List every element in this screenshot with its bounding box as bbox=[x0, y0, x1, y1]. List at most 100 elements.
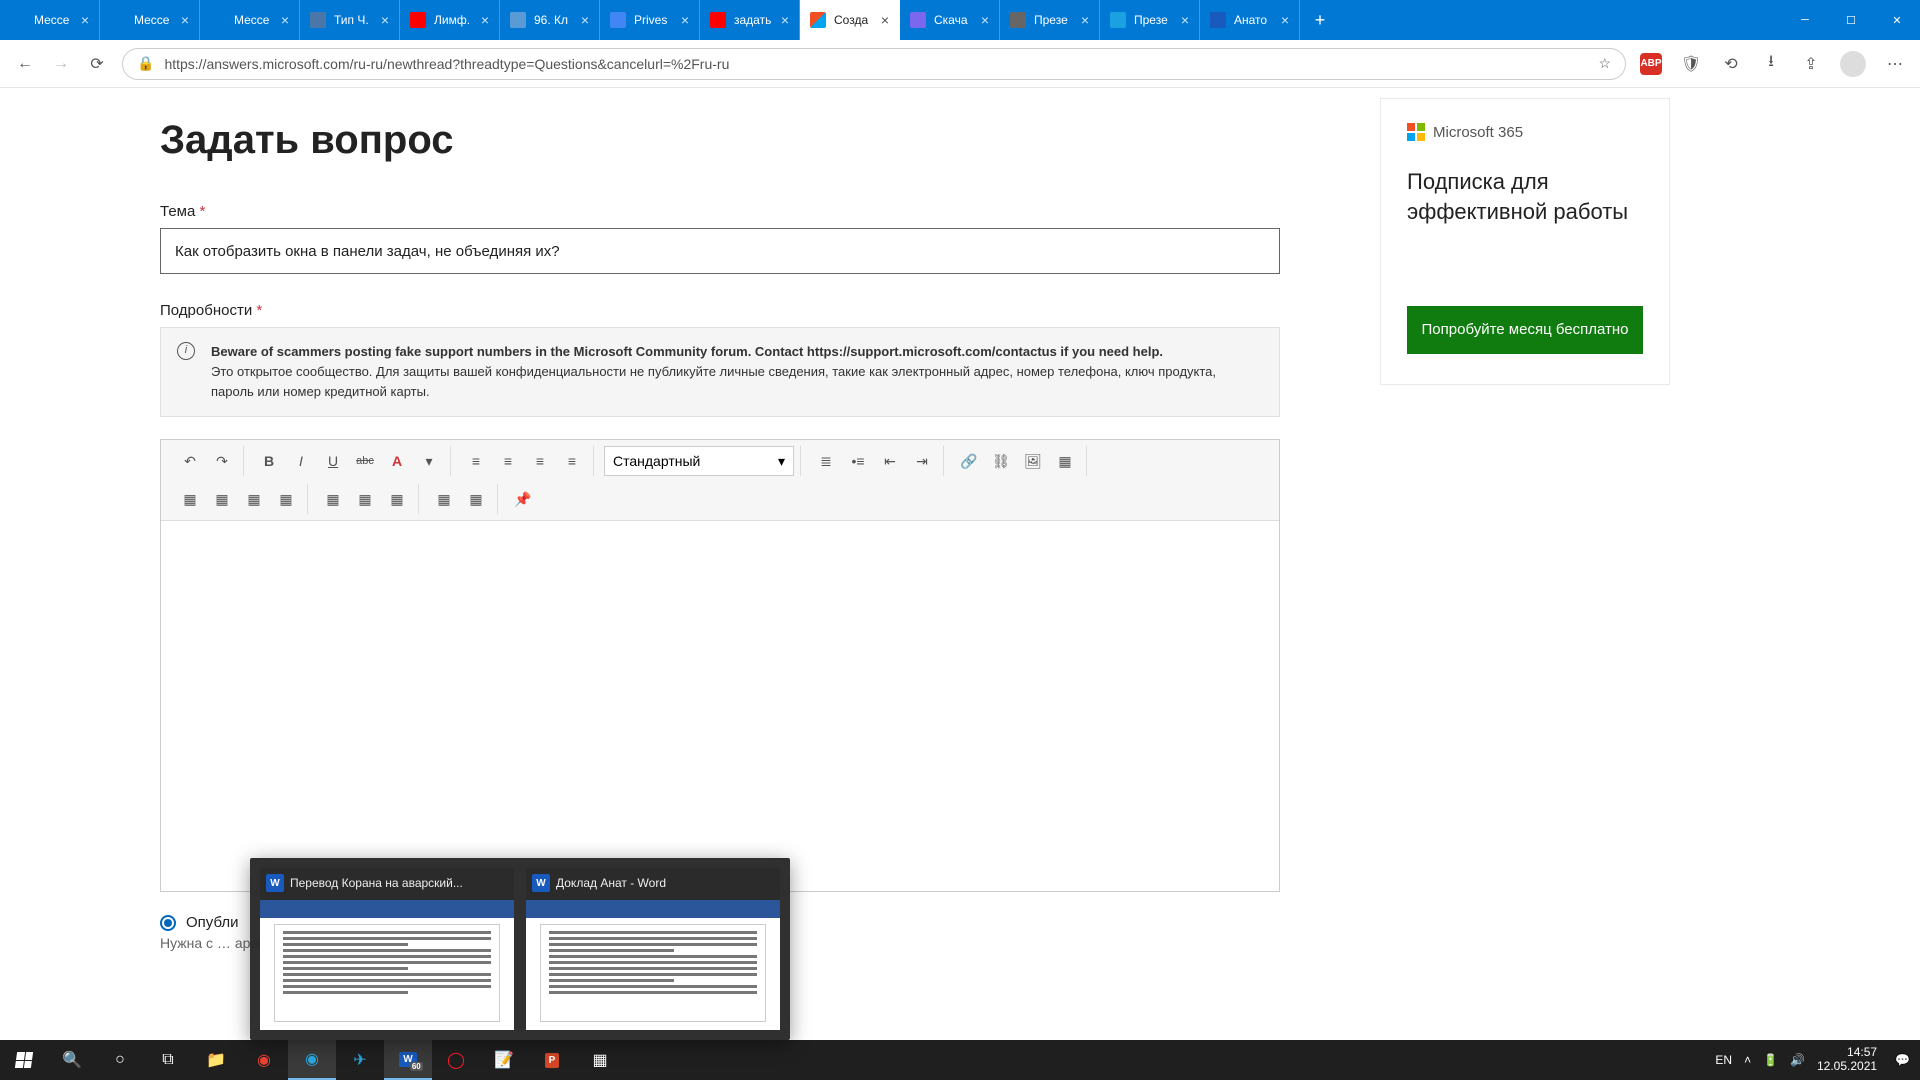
app-button[interactable]: ▦ bbox=[576, 1040, 624, 1080]
table-button[interactable]: ▦ bbox=[1050, 446, 1080, 476]
profile-avatar[interactable] bbox=[1840, 51, 1866, 77]
close-icon[interactable]: × bbox=[1181, 13, 1189, 27]
menu-icon[interactable]: ⋯ bbox=[1884, 53, 1906, 75]
language-indicator[interactable]: EN bbox=[1715, 1053, 1732, 1067]
strike-button[interactable]: abc bbox=[350, 446, 380, 476]
search-button[interactable]: 🔍 bbox=[48, 1040, 96, 1080]
close-icon[interactable]: × bbox=[481, 13, 489, 27]
edge-button[interactable]: ◉ bbox=[288, 1040, 336, 1080]
window-preview-0[interactable]: WПеревод Корана на аварский... bbox=[260, 868, 514, 1030]
italic-button[interactable]: I bbox=[286, 446, 316, 476]
close-icon[interactable]: × bbox=[681, 13, 689, 27]
editor-body[interactable] bbox=[161, 521, 1279, 891]
insert-row-button[interactable]: ▦ bbox=[175, 484, 205, 514]
file-explorer-button[interactable]: 📁 bbox=[192, 1040, 240, 1080]
undo-button[interactable]: ↶ bbox=[175, 446, 205, 476]
share-icon[interactable]: ⇪ bbox=[1800, 53, 1822, 75]
pin-toolbar-button[interactable]: 📌 bbox=[508, 484, 538, 514]
bold-button[interactable]: B bbox=[254, 446, 284, 476]
publish-radio[interactable] bbox=[160, 915, 176, 931]
tab-1[interactable]: Мессе× bbox=[100, 0, 200, 40]
close-icon[interactable]: × bbox=[781, 13, 789, 27]
favorite-icon[interactable]: ☆ bbox=[1598, 55, 1611, 72]
tab-10[interactable]: Презе× bbox=[1000, 0, 1100, 40]
tab-12[interactable]: Анато× bbox=[1200, 0, 1300, 40]
link-button[interactable]: 🔗 bbox=[954, 446, 984, 476]
insert-col-button[interactable]: ▦ bbox=[207, 484, 237, 514]
reload-button[interactable]: ⟳ bbox=[86, 53, 108, 75]
address-bar[interactable]: 🔒 https://answers.microsoft.com/ru-ru/ne… bbox=[122, 48, 1626, 80]
delete-table-button[interactable]: ▦ bbox=[382, 484, 412, 514]
tab-8-active[interactable]: Созда× bbox=[800, 0, 900, 40]
word-button[interactable]: W60 bbox=[384, 1040, 432, 1080]
telegram-button[interactable]: ✈ bbox=[336, 1040, 384, 1080]
chrome-button[interactable]: ◉ bbox=[240, 1040, 288, 1080]
ordered-list-button[interactable]: ≣ bbox=[811, 446, 841, 476]
powerpoint-button[interactable]: P bbox=[528, 1040, 576, 1080]
volume-icon[interactable]: 🔊 bbox=[1790, 1053, 1805, 1067]
close-icon[interactable]: × bbox=[81, 13, 89, 27]
page-heading: Задать вопрос bbox=[160, 118, 1280, 163]
split-cells-button[interactable]: ▦ bbox=[350, 484, 380, 514]
unlink-button[interactable]: ⛓ bbox=[986, 446, 1016, 476]
align-right-button[interactable]: ≡ bbox=[525, 446, 555, 476]
back-button[interactable]: ← bbox=[14, 53, 36, 75]
close-icon[interactable]: × bbox=[181, 13, 189, 27]
tab-9[interactable]: Скача× bbox=[900, 0, 1000, 40]
close-icon[interactable]: × bbox=[1281, 13, 1289, 27]
close-icon[interactable]: × bbox=[1081, 13, 1089, 27]
font-color-button[interactable]: A bbox=[382, 446, 412, 476]
history-icon[interactable]: ⟲ bbox=[1720, 53, 1742, 75]
battery-icon[interactable]: 🔋 bbox=[1763, 1053, 1778, 1067]
align-center-button[interactable]: ≡ bbox=[493, 446, 523, 476]
merge-cells-button[interactable]: ▦ bbox=[318, 484, 348, 514]
window-close-button[interactable]: ✕ bbox=[1874, 0, 1920, 40]
window-maximize-button[interactable]: ☐ bbox=[1828, 0, 1874, 40]
action-center-icon[interactable]: 💬 bbox=[1895, 1053, 1910, 1067]
window-preview-1[interactable]: WДоклад Анат - Word bbox=[526, 868, 780, 1030]
new-tab-button[interactable]: + bbox=[1300, 0, 1340, 40]
tray-chevron-icon[interactable]: ˄ bbox=[1744, 1053, 1751, 1067]
opera-button[interactable]: ◯ bbox=[432, 1040, 480, 1080]
close-icon[interactable]: × bbox=[381, 13, 389, 27]
promo-cta-button[interactable]: Попробуйте месяц бесплатно bbox=[1407, 306, 1643, 354]
cortana-button[interactable]: ○ bbox=[96, 1040, 144, 1080]
tab-0[interactable]: Мессе× bbox=[0, 0, 100, 40]
start-button[interactable] bbox=[0, 1040, 48, 1080]
close-icon[interactable]: × bbox=[581, 13, 589, 27]
tab-2[interactable]: Мессе× bbox=[200, 0, 300, 40]
redo-button[interactable]: ↷ bbox=[207, 446, 237, 476]
clock[interactable]: 14:57 12.05.2021 bbox=[1817, 1046, 1883, 1074]
tab-5[interactable]: 96. Кл× bbox=[500, 0, 600, 40]
close-icon[interactable]: × bbox=[981, 13, 989, 27]
table-props-button[interactable]: ▦ bbox=[429, 484, 459, 514]
tab-6[interactable]: Prives× bbox=[600, 0, 700, 40]
delete-col-button[interactable]: ▦ bbox=[271, 484, 301, 514]
window-minimize-button[interactable]: ─ bbox=[1782, 0, 1828, 40]
notepadpp-button[interactable]: 📝 bbox=[480, 1040, 528, 1080]
close-icon[interactable]: × bbox=[281, 13, 289, 27]
font-color-dropdown[interactable]: ▾ bbox=[414, 446, 444, 476]
shield-icon[interactable]: 🛡 bbox=[1680, 53, 1702, 75]
downloads-icon[interactable]: ⭳ bbox=[1760, 53, 1782, 75]
favicon bbox=[110, 12, 126, 28]
align-left-button[interactable]: ≡ bbox=[461, 446, 491, 476]
subject-input[interactable] bbox=[160, 228, 1280, 274]
underline-button[interactable]: U bbox=[318, 446, 348, 476]
forward-button[interactable]: → bbox=[50, 53, 72, 75]
unordered-list-button[interactable]: •≡ bbox=[843, 446, 873, 476]
close-icon[interactable]: × bbox=[881, 13, 889, 27]
indent-button[interactable]: ⇥ bbox=[907, 446, 937, 476]
outdent-button[interactable]: ⇤ bbox=[875, 446, 905, 476]
delete-row-button[interactable]: ▦ bbox=[239, 484, 269, 514]
paragraph-style-select[interactable]: Стандартный▾ bbox=[604, 446, 794, 476]
task-view-button[interactable]: ⧉ bbox=[144, 1040, 192, 1080]
image-button[interactable]: 🖼 bbox=[1018, 446, 1048, 476]
tab-3[interactable]: Тип Ч.× bbox=[300, 0, 400, 40]
cell-props-button[interactable]: ▦ bbox=[461, 484, 491, 514]
adblock-icon[interactable]: ABP bbox=[1640, 53, 1662, 75]
tab-11[interactable]: Презе× bbox=[1100, 0, 1200, 40]
align-justify-button[interactable]: ≡ bbox=[557, 446, 587, 476]
tab-4[interactable]: Лимф.× bbox=[400, 0, 500, 40]
tab-7[interactable]: задать× bbox=[700, 0, 800, 40]
